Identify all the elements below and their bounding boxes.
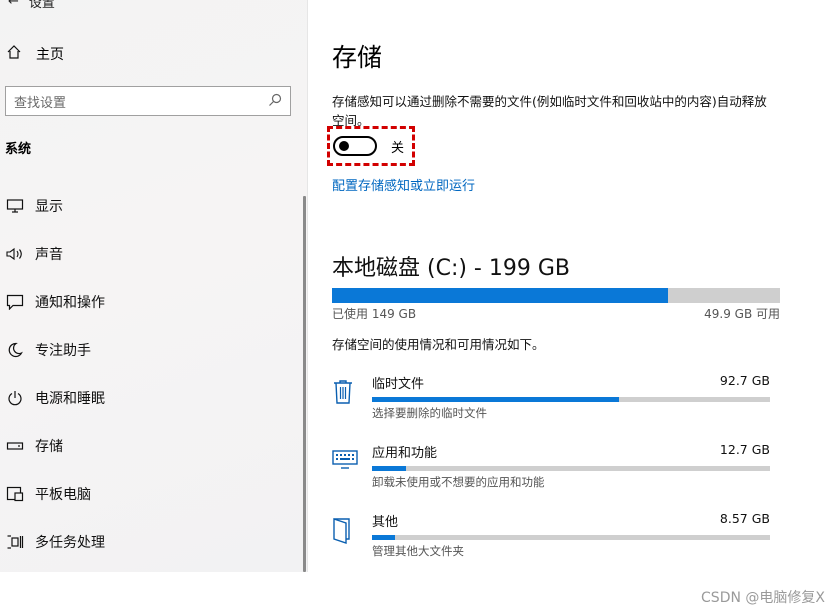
category-bar — [372, 466, 770, 471]
window-title: 设置 — [28, 0, 55, 11]
sidebar: ← 设置 主页 查找设置 系统 显示 声音 通知和操作 专注助手 电源和睡眠 存… — [0, 0, 308, 572]
toggle-highlight: 关 — [327, 126, 415, 166]
multitask-icon — [4, 532, 26, 552]
search-input[interactable]: 查找设置 — [14, 92, 268, 111]
sidebar-item-label: 平板电脑 — [35, 487, 91, 503]
sidebar-item-tablet[interactable]: 平板电脑 — [0, 470, 300, 518]
sidebar-item-display[interactable]: 显示 — [0, 182, 300, 230]
trash-icon — [332, 379, 356, 405]
sidebar-item-notifications[interactable]: 通知和操作 — [0, 278, 300, 326]
nav-home[interactable]: 主页 — [6, 42, 64, 66]
category-apps-features[interactable]: 应用和功能 12.7 GB 卸载未使用或不想要的应用和功能 — [332, 442, 772, 502]
category-size: 12.7 GB — [719, 442, 770, 457]
back-arrow-icon[interactable]: ← — [8, 0, 19, 9]
category-name: 临时文件 — [372, 377, 425, 392]
category-description: 卸载未使用或不想要的应用和功能 — [372, 475, 545, 489]
disk-free-label: 49.9 GB 可用 — [704, 307, 780, 321]
category-size: 92.7 GB — [719, 373, 770, 388]
category-bar-fill — [372, 397, 619, 402]
sidebar-item-label: 显示 — [35, 199, 63, 215]
sidebar-item-multitasking[interactable]: 多任务处理 — [0, 518, 300, 566]
category-size: 8.57 GB — [719, 511, 770, 526]
category-description: 选择要删除的临时文件 — [372, 406, 487, 420]
category-bar — [372, 397, 770, 402]
search-icon[interactable] — [268, 92, 282, 111]
folder-icon — [332, 517, 356, 544]
sidebar-item-label: 专注助手 — [35, 343, 91, 359]
category-other[interactable]: 其他 8.57 GB 管理其他大文件夹 — [332, 511, 772, 571]
sidebar-item-label: 电源和睡眠 — [35, 391, 105, 407]
storage-sense-toggle[interactable] — [333, 136, 377, 156]
sidebar-item-power[interactable]: 电源和睡眠 — [0, 374, 300, 422]
storage-sense-description: 存储感知可以通过删除不需要的文件(例如临时文件和回收站中的内容)自动释放空间。 — [332, 94, 767, 128]
disk-used-label: 已使用 149 GB — [332, 307, 417, 321]
tablet-icon — [4, 484, 26, 504]
category-bar-fill — [372, 535, 395, 540]
disk-usage-bar — [332, 288, 780, 303]
category-name: 应用和功能 — [372, 446, 438, 461]
moon-icon — [4, 340, 26, 360]
sidebar-scrollbar[interactable] — [303, 196, 306, 572]
notification-icon — [4, 292, 26, 312]
category-name: 其他 — [372, 515, 399, 530]
sidebar-item-label: 多任务处理 — [35, 535, 105, 551]
power-icon — [4, 388, 26, 408]
sidebar-item-focus-assist[interactable]: 专注助手 — [0, 326, 300, 374]
category-bar — [372, 535, 770, 540]
sidebar-item-label: 通知和操作 — [35, 295, 105, 311]
sidebar-item-storage[interactable]: 存储 — [0, 422, 300, 470]
sidebar-item-label: 存储 — [35, 439, 63, 455]
category-description: 管理其他大文件夹 — [372, 544, 464, 558]
disk-title: 本地磁盘 (C:) - 199 GB — [332, 256, 570, 281]
usage-description: 存储空间的使用情况和可用情况如下。 — [332, 337, 545, 352]
watermark: CSDN @电脑修复X — [701, 590, 825, 606]
keyboard-icon — [332, 448, 358, 474]
toggle-knob — [339, 141, 349, 151]
search-box[interactable]: 查找设置 — [5, 86, 291, 116]
category-temp-files[interactable]: 临时文件 92.7 GB 选择要删除的临时文件 — [332, 373, 772, 433]
configure-storage-sense-link[interactable]: 配置存储感知或立即运行 — [332, 175, 475, 194]
section-label-system: 系统 — [5, 142, 32, 157]
home-icon — [6, 44, 22, 64]
sidebar-item-label: 声音 — [35, 247, 63, 263]
disk-usage-fill — [332, 288, 668, 303]
storage-icon — [4, 436, 26, 456]
sidebar-nav: 显示 声音 通知和操作 专注助手 电源和睡眠 存储 平板电脑 多任务处理 — [0, 182, 300, 566]
toggle-state-label: 关 — [391, 140, 405, 156]
nav-home-label: 主页 — [36, 47, 64, 63]
speaker-icon — [4, 244, 26, 264]
sidebar-item-sound[interactable]: 声音 — [0, 230, 300, 278]
category-bar-fill — [372, 466, 406, 471]
page-title: 存储 — [332, 43, 383, 72]
window-title-bar: ← 设置 — [8, 0, 55, 11]
monitor-icon — [4, 196, 26, 216]
